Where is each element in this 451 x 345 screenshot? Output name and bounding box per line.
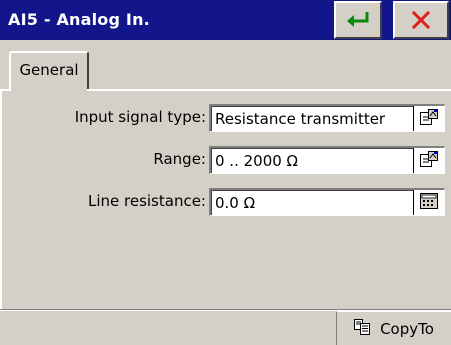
copyto-button[interactable]: CopyTo xyxy=(336,311,451,345)
close-x-icon xyxy=(411,10,431,30)
title-bar: AI5 - Analog In. xyxy=(0,0,451,40)
line-resistance-keypad-button[interactable] xyxy=(413,190,444,215)
window-title: AI5 - Analog In. xyxy=(8,10,150,29)
range-value: 0 .. 2000 Ω xyxy=(215,152,299,170)
range-label: Range: xyxy=(153,150,206,168)
line-resistance-label: Line resistance: xyxy=(87,192,206,210)
range-properties-button[interactable] xyxy=(413,148,444,173)
keypad-icon xyxy=(420,192,438,213)
copy-icon xyxy=(354,318,372,339)
range-field[interactable]: 0 .. 2000 Ω xyxy=(209,146,445,174)
properties-icon xyxy=(419,108,439,130)
ok-button[interactable] xyxy=(334,1,382,39)
input-signal-type-value: Resistance transmitter xyxy=(215,110,386,128)
tab-general-label: General xyxy=(19,61,79,79)
input-signal-type-properties-button[interactable] xyxy=(413,106,444,131)
enter-arrow-icon xyxy=(345,10,371,30)
properties-icon xyxy=(419,150,439,172)
copyto-label: CopyTo xyxy=(380,319,434,338)
tab-general[interactable]: General xyxy=(9,51,89,91)
close-button[interactable] xyxy=(393,1,449,39)
input-signal-type-label: Input signal type: xyxy=(74,108,206,126)
tab-strip: General xyxy=(0,40,451,91)
line-resistance-value: 0.0 Ω xyxy=(215,194,256,212)
line-resistance-field[interactable]: 0.0 Ω xyxy=(209,188,445,216)
input-signal-type-field[interactable]: Resistance transmitter xyxy=(209,104,445,132)
